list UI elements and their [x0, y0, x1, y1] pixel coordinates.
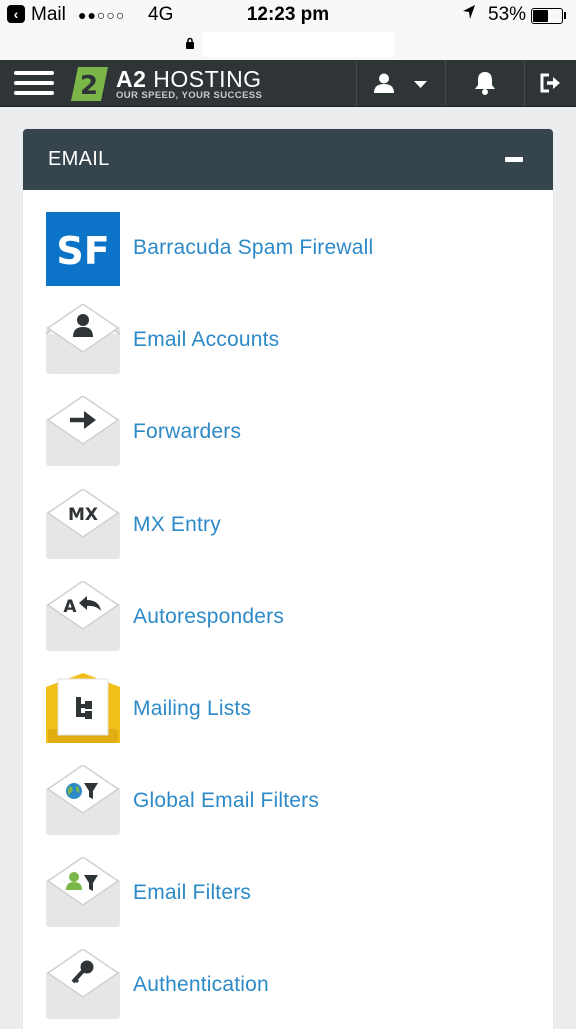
- collapse-icon[interactable]: [505, 157, 523, 162]
- list-item-authentication[interactable]: Authentication: [23, 948, 553, 1029]
- list-item-label: Barracuda Spam Firewall: [133, 236, 374, 259]
- mailing-lists-icon: [46, 673, 120, 747]
- brand-prefix: A2: [116, 66, 147, 92]
- user-menu-button[interactable]: [357, 60, 445, 106]
- browser-address-bar: [0, 30, 576, 60]
- list-item-label: MX Entry: [133, 513, 221, 536]
- mx-entry-icon: MX: [46, 488, 120, 563]
- battery-icon: [531, 8, 566, 24]
- list-item-mx-entry[interactable]: MX MX Entry: [23, 488, 553, 569]
- forwarders-icon: [46, 395, 120, 470]
- autoresponders-badge: A: [63, 597, 77, 617]
- url-field[interactable]: [202, 32, 394, 57]
- bell-icon: [475, 72, 495, 95]
- autoresponders-icon: A: [46, 580, 120, 655]
- list-item-label: Forwarders: [133, 420, 242, 443]
- battery-percent: 53%: [488, 4, 527, 25]
- mx-entry-badge: MX: [68, 505, 98, 525]
- panel-header[interactable]: EMAIL: [23, 129, 553, 190]
- status-bar: ‹ Mail ●●○○○ 4G 12:23 pm 53%: [0, 0, 576, 30]
- list-item-email-accounts[interactable]: Email Accounts: [23, 303, 553, 384]
- global-email-filters-icon: [46, 764, 120, 839]
- panel-title: EMAIL: [48, 148, 110, 170]
- email-accounts-icon: [45, 303, 121, 378]
- list-item-label: Email Filters: [133, 881, 252, 904]
- logout-button[interactable]: [525, 60, 576, 106]
- logout-icon: [540, 73, 560, 93]
- menu-icon[interactable]: [14, 71, 54, 95]
- list-item-label: Mailing Lists: [133, 697, 252, 720]
- spam-firewall-icon: SF: [46, 212, 120, 286]
- brand-suffix: HOSTING: [153, 66, 262, 92]
- a2-logo-icon[interactable]: 2: [70, 64, 110, 104]
- user-icon: [374, 73, 394, 93]
- brand-tagline: OUR SPEED, YOUR SUCCESS: [116, 90, 263, 101]
- lock-icon: [185, 37, 195, 52]
- list-item-label: Global Email Filters: [133, 789, 320, 812]
- list-item-label: Autoresponders: [133, 605, 285, 628]
- list-item-label: Email Accounts: [133, 328, 280, 351]
- top-navigation: 2 A2 HOSTING OUR SPEED, YOUR SUCCESS: [0, 60, 576, 107]
- list-item-autoresponders[interactable]: A Autoresponders: [23, 580, 553, 661]
- spam-firewall-badge: SF: [56, 229, 109, 273]
- list-item-global-email-filters[interactable]: Global Email Filters: [23, 764, 553, 845]
- notifications-button[interactable]: [446, 60, 524, 106]
- location-arrow-icon: [462, 4, 476, 25]
- email-panel: EMAIL SF Barracuda Spam Firewall Email A…: [23, 129, 553, 1029]
- svg-text:2: 2: [80, 71, 98, 101]
- brand-name: A2 HOSTING: [116, 66, 262, 93]
- list-item-mailing-lists[interactable]: Mailing Lists: [23, 673, 553, 753]
- list-item-barracuda-spam-firewall[interactable]: SF Barracuda Spam Firewall: [23, 212, 553, 292]
- email-filters-icon: [46, 856, 120, 931]
- list-item-email-filters[interactable]: Email Filters: [23, 856, 553, 937]
- list-item-forwarders[interactable]: Forwarders: [23, 395, 553, 476]
- list-item-label: Authentication: [133, 973, 269, 996]
- caret-down-icon: [414, 81, 427, 88]
- authentication-icon: [46, 948, 120, 1023]
